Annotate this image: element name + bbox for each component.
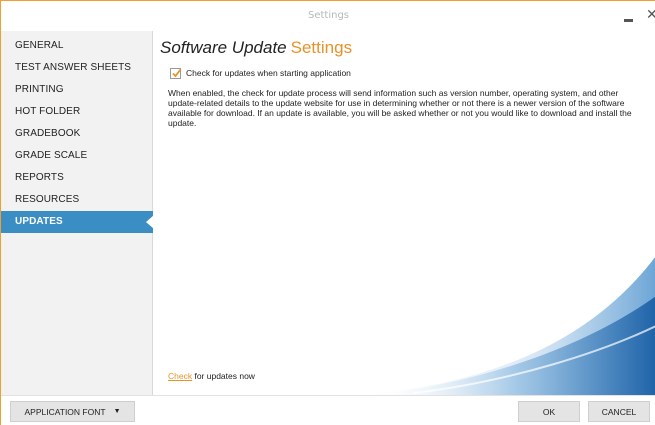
check-on-start-checkbox[interactable] [170, 67, 182, 79]
update-description: When enabled, the check for update proce… [168, 88, 632, 128]
check-now-link[interactable]: Check [168, 371, 192, 381]
sidebar-item-resources[interactable]: RESOURCES [1, 189, 153, 211]
close-icon[interactable]: ✕ [646, 7, 655, 23]
cancel-button[interactable]: CANCEL [588, 401, 650, 422]
check-now-row: Check for updates now [168, 371, 255, 381]
page-title: Software Update Settings [160, 38, 352, 58]
minimize-icon[interactable] [624, 13, 634, 23]
checkmark-icon [172, 68, 182, 77]
sidebar-item-updates[interactable]: UPDATES [1, 211, 154, 233]
window-title: Settings [307, 10, 349, 21]
decorative-swoosh [354, 257, 655, 395]
title-bar: Settings ✕ [1, 1, 655, 31]
application-font-button[interactable]: APPLICATION FONT ▼ [10, 401, 135, 422]
caret-down-icon: ▼ [113, 408, 121, 415]
ok-button[interactable]: OK [518, 401, 580, 422]
settings-sidebar: GENERAL TEST ANSWER SHEETS PRINTING HOT … [1, 31, 154, 395]
application-font-label: APPLICATION FONT [24, 406, 106, 417]
check-on-start-row[interactable]: Check for updates when starting applicat… [170, 66, 351, 80]
check-on-start-label: Check for updates when starting applicat… [186, 68, 351, 78]
check-now-text: for updates now [192, 371, 255, 381]
sidebar-item-general[interactable]: GENERAL [1, 35, 153, 57]
footer-bar: APPLICATION FONT ▼ OK CANCEL [1, 395, 655, 425]
sidebar-item-printing[interactable]: PRINTING [1, 79, 153, 101]
sidebar-item-reports[interactable]: REPORTS [1, 167, 153, 189]
page-title-accent: Settings [290, 38, 353, 57]
settings-content: Software Update Settings Check for update… [154, 31, 655, 395]
sidebar-item-grade-scale[interactable]: GRADE SCALE [1, 145, 153, 167]
settings-window: Settings ✕ GENERAL TEST ANSWER SHEETS PR… [0, 0, 655, 425]
page-title-main: Software Update [160, 38, 287, 57]
sidebar-item-test-answer-sheets[interactable]: TEST ANSWER SHEETS [1, 57, 153, 79]
sidebar-item-gradebook[interactable]: GRADEBOOK [1, 123, 153, 145]
sidebar-item-hot-folder[interactable]: HOT FOLDER [1, 101, 153, 123]
